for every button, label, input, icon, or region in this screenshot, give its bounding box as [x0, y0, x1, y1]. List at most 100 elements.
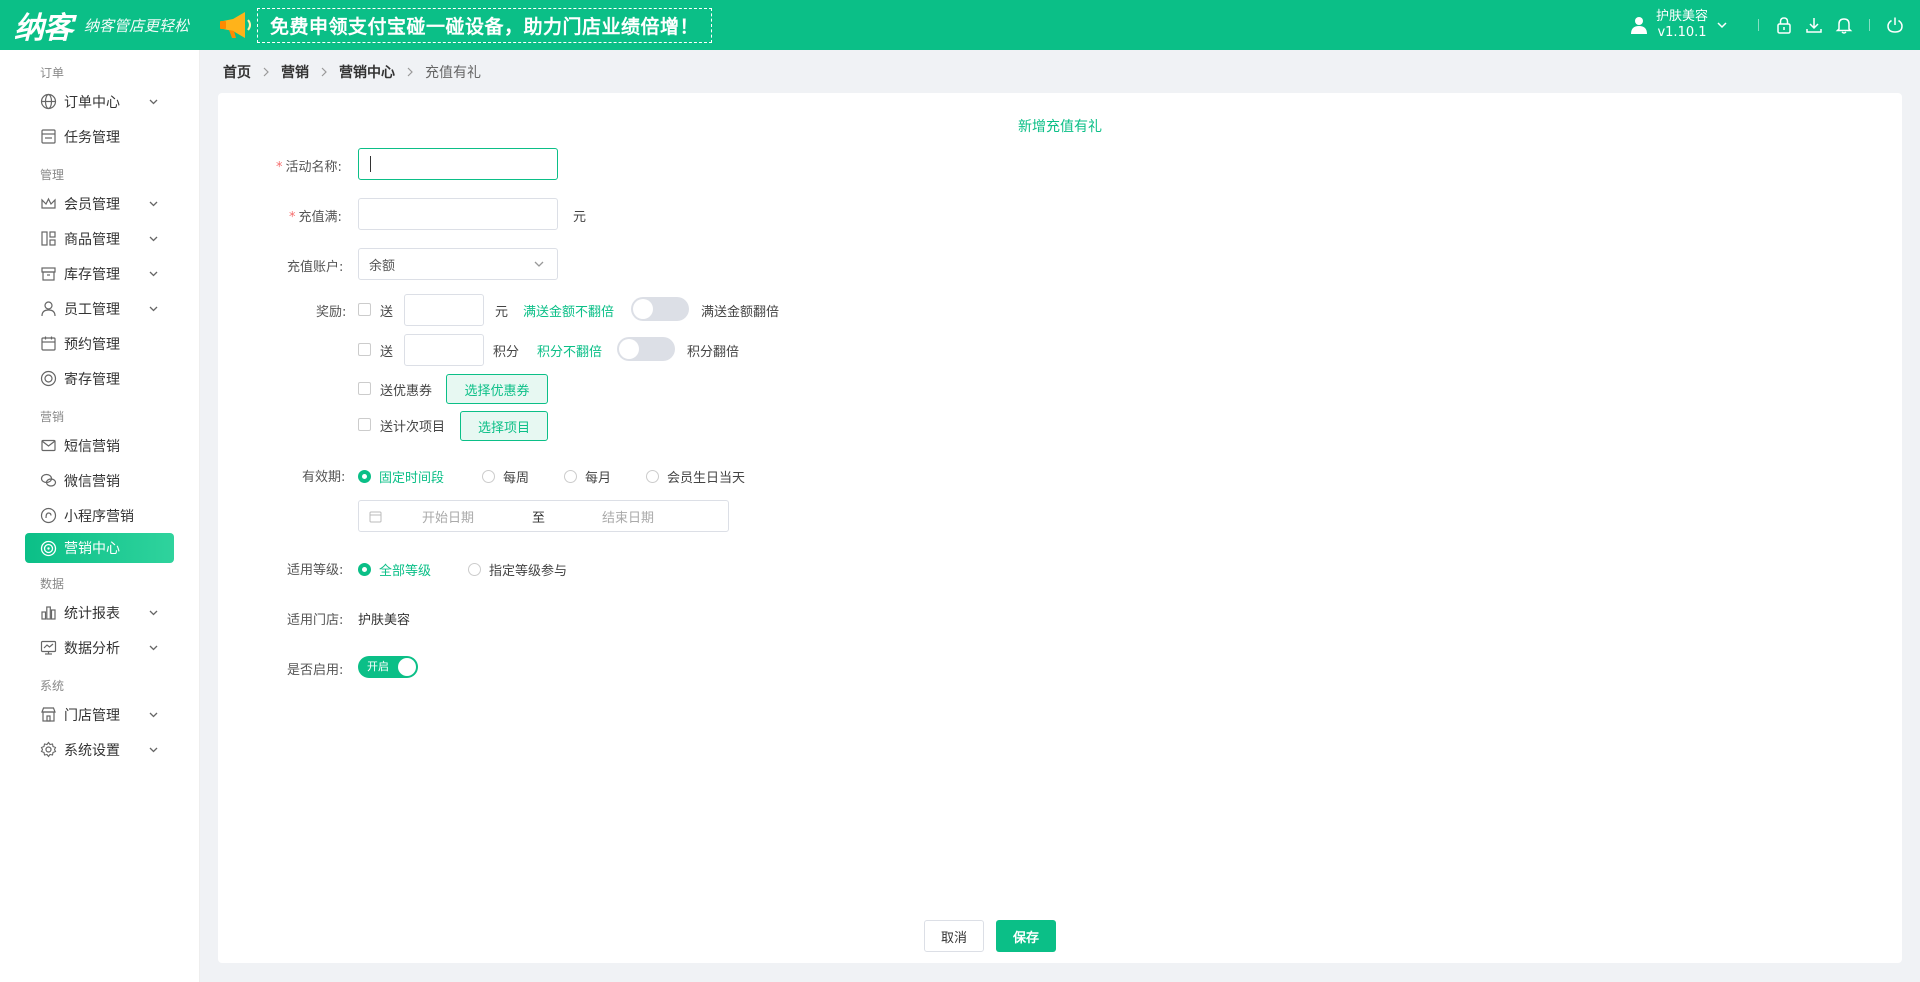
amount-double-label: 满送金额翻倍	[701, 305, 780, 320]
reward-items-checkbox[interactable]	[358, 418, 371, 431]
store-label: 适用门店:	[287, 613, 344, 628]
sidebar-item-label: 小程序营销	[64, 508, 134, 525]
calendar-icon	[369, 511, 382, 522]
sidebar-group-system: 系统	[40, 679, 65, 693]
promo-banner[interactable]: 免费申领支付宝碰一碰设备，助力门店业绩倍增！	[219, 7, 713, 43]
sidebar-item-goods-manage[interactable]: 商品管理	[0, 221, 199, 256]
chevron-down-icon	[534, 261, 544, 267]
chevron-down-icon	[149, 747, 158, 753]
level-option-specific[interactable]: 指定等级参与	[468, 560, 567, 579]
send-items-label: 送计次项目	[380, 420, 446, 435]
recharge-label: * 充值满:	[289, 206, 342, 225]
top-header: 纳客 纳客管店更轻松 免费申领支付宝碰一碰设备，助力门店业绩倍增！ 护肤美容 v…	[0, 0, 1920, 50]
sidebar-item-member-manage[interactable]: 会员管理	[0, 186, 199, 221]
mail-icon	[41, 439, 56, 452]
label-text: 活动名称:	[285, 160, 342, 175]
switch-on-label: 开启	[367, 660, 389, 673]
row-reward-amount: 奖励: 送 元 满送金额不翻倍 满送金额翻倍	[218, 294, 918, 333]
validity-option-weekly[interactable]: 每周	[482, 467, 529, 486]
end-date-input[interactable]: 结束日期	[602, 507, 654, 526]
chevron-down-icon	[149, 645, 158, 651]
sidebar-item-task-manage[interactable]: 任务管理	[0, 119, 199, 154]
sidebar-item-stats-report[interactable]: 统计报表	[0, 595, 199, 630]
label-text: 充值满:	[298, 210, 342, 225]
megaphone-icon	[220, 12, 252, 38]
reward-coupon-checkbox[interactable]	[358, 382, 371, 395]
sidebar-item-data-analysis[interactable]: 数据分析	[0, 630, 199, 665]
bell-icon[interactable]	[1835, 16, 1853, 34]
sidebar-item-label: 数据分析	[64, 640, 120, 657]
sidebar-item-sms-marketing[interactable]: 短信营销	[0, 428, 199, 463]
sidebar-item-staff-manage[interactable]: 员工管理	[0, 291, 199, 326]
reward-amount-input[interactable]	[404, 294, 484, 326]
required-mark: *	[276, 160, 283, 175]
sidebar-item-marketing-center[interactable]: 营销中心	[25, 533, 174, 563]
power-icon[interactable]	[1886, 16, 1904, 34]
sidebar-item-wechat-marketing[interactable]: 微信营销	[0, 463, 199, 498]
radio-unchecked	[564, 470, 577, 483]
activity-name-input[interactable]	[358, 148, 558, 180]
row-recharge-amount: * 充值满: 元	[218, 198, 818, 230]
lock-icon[interactable]	[1775, 16, 1793, 34]
choose-coupon-button[interactable]: 选择优惠券	[446, 374, 548, 404]
choose-items-button[interactable]: 选择项目	[460, 411, 548, 441]
reward-points-input[interactable]	[404, 334, 484, 366]
sidebar-group-order: 订单	[40, 66, 65, 80]
account-label: 充值账户:	[287, 260, 344, 275]
sidebar-item-label: 微信营销	[64, 473, 120, 490]
user-icon	[1630, 17, 1647, 34]
cancel-button[interactable]: 取消	[924, 920, 984, 952]
required-mark: *	[289, 210, 296, 225]
reward-amount-checkbox[interactable]	[358, 303, 371, 316]
points-double-label: 积分翻倍	[687, 345, 740, 360]
user-menu[interactable]: 护肤美容 v1.10.1	[1630, 9, 1728, 41]
chevron-right-icon	[407, 67, 413, 77]
breadcrumb-marketing[interactable]: 营销	[281, 62, 309, 82]
amount-double-switch[interactable]	[631, 297, 689, 321]
sidebar-item-miniapp-marketing[interactable]: 小程序营销	[0, 498, 199, 533]
bar-chart-icon	[41, 606, 56, 620]
grid-icon	[41, 231, 56, 246]
sidebar-item-label: 库存管理	[64, 266, 120, 283]
validity-option-birthday[interactable]: 会员生日当天	[646, 467, 745, 486]
sidebar-item-label: 统计报表	[64, 605, 120, 622]
radio-checked	[358, 563, 371, 576]
sidebar-item-store-manage[interactable]: 门店管理	[0, 697, 199, 732]
radio-label: 指定等级参与	[489, 564, 568, 579]
promo-text[interactable]: 免费申领支付宝碰一碰设备，助力门店业绩倍增！	[257, 7, 713, 43]
chevron-down-icon	[149, 306, 158, 312]
save-button[interactable]: 保存	[996, 920, 1056, 952]
row-activity-name: * 活动名称:	[218, 148, 818, 180]
sidebar-item-booking-manage[interactable]: 预约管理	[0, 326, 199, 361]
validity-option-monthly[interactable]: 每月	[564, 467, 611, 486]
breadcrumb-marketing-center[interactable]: 营销中心	[339, 62, 395, 82]
miniapp-icon	[40, 507, 57, 524]
target-icon	[40, 540, 57, 556]
sidebar: 订单 订单中心 任务管理 管理 会员管理 商品管理 库存管理 员工管理 预约管理…	[0, 50, 200, 982]
level-option-all[interactable]: 全部等级	[358, 560, 431, 579]
validity-option-fixed[interactable]: 固定时间段	[358, 467, 444, 486]
sidebar-item-order-center[interactable]: 订单中心	[0, 84, 199, 119]
account-select[interactable]: 余额	[358, 248, 558, 280]
date-range-picker[interactable]: 开始日期 至 结束日期	[358, 500, 729, 532]
sidebar-item-label: 门店管理	[64, 707, 120, 724]
sidebar-item-label: 营销中心	[64, 541, 120, 557]
reward-points-checkbox[interactable]	[358, 343, 371, 356]
brand-slogan: 纳客管店更轻松	[84, 16, 190, 35]
sidebar-item-deposit-manage[interactable]: 寄存管理	[0, 361, 199, 396]
points-double-switch[interactable]	[617, 337, 675, 361]
sidebar-item-label: 任务管理	[64, 129, 120, 146]
start-date-input[interactable]: 开始日期	[422, 507, 532, 526]
chevron-down-icon	[149, 271, 158, 277]
breadcrumb-current: 充值有礼	[425, 65, 481, 81]
radio-unchecked	[468, 563, 481, 576]
recharge-amount-input[interactable]	[358, 198, 558, 230]
radio-label: 每周	[503, 471, 530, 486]
enable-switch[interactable]: 开启	[358, 656, 418, 678]
download-icon[interactable]	[1805, 16, 1823, 34]
recharge-unit: 元	[573, 210, 587, 225]
sidebar-item-stock-manage[interactable]: 库存管理	[0, 256, 199, 291]
sidebar-item-system-settings[interactable]: 系统设置	[0, 732, 199, 767]
activity-name-label: * 活动名称:	[276, 156, 342, 175]
breadcrumb-home[interactable]: 首页	[223, 62, 251, 82]
